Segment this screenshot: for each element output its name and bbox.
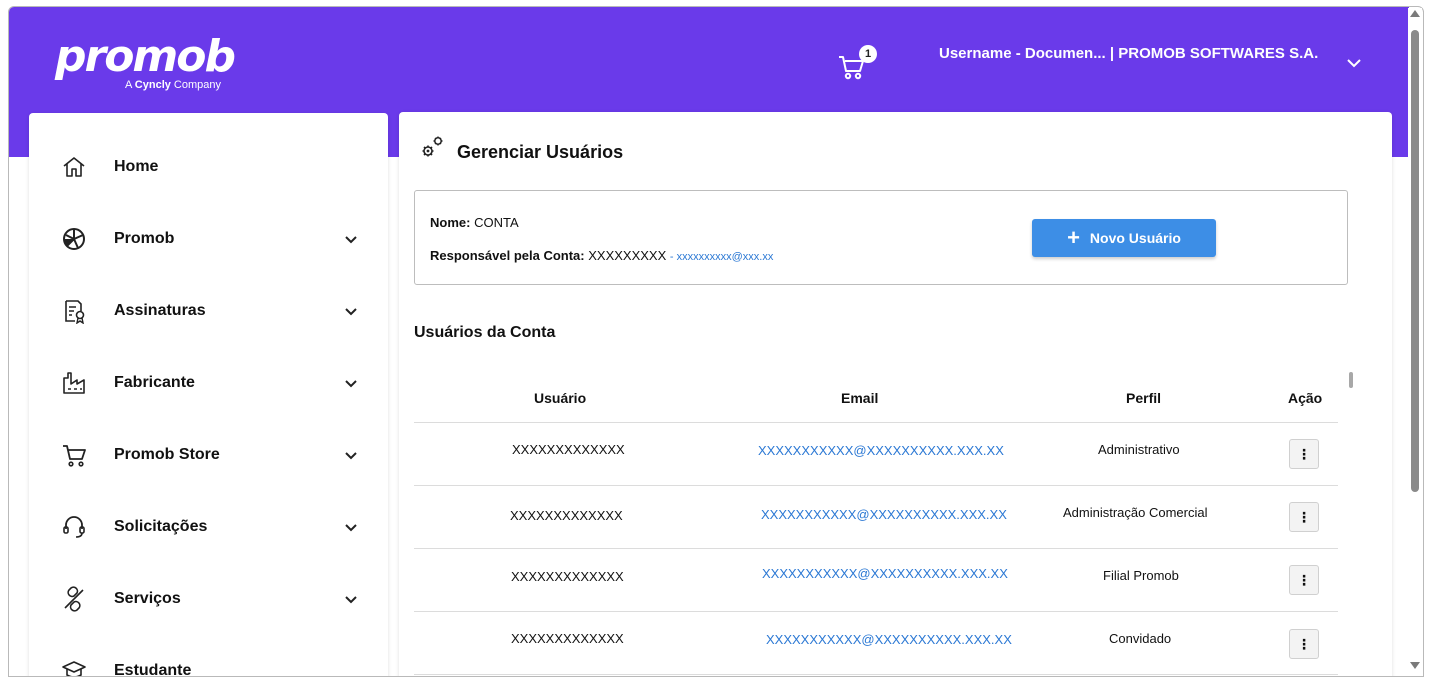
- sidebar: Home Promob Assinaturas Fabricante Promo…: [29, 113, 388, 677]
- responsible-email: - xxxxxxxxxx@xxx.xx: [669, 251, 774, 263]
- account-responsible: Responsável pela Conta: XXXXXXXXX - xxxx…: [430, 248, 774, 263]
- promob-logo[interactable]: promob A Cyncly Company: [55, 31, 236, 92]
- sidebar-item-label: Fabricante: [114, 374, 195, 391]
- row-actions-button[interactable]: ⋮: [1289, 439, 1319, 469]
- promob-icon: [63, 228, 85, 250]
- sidebar-item-label: Home: [114, 158, 159, 175]
- chevron-down-icon: [345, 596, 357, 604]
- logo-tagline: A Cyncly Company: [125, 79, 222, 91]
- chevron-down-icon: [345, 524, 357, 532]
- table-row: XXXXXXXXXXXXX XXXXXXXXXXX@XXXXXXXXXX.XXX…: [414, 549, 1338, 612]
- cell-profile: Administrativo: [1098, 442, 1180, 457]
- sidebar-item-label: Serviços: [114, 590, 181, 607]
- table-scrollbar[interactable]: [1349, 372, 1353, 388]
- cell-email[interactable]: XXXXXXXXXXX@XXXXXXXXXX.XXX.XX: [761, 507, 1007, 522]
- cart-button[interactable]: 1: [837, 45, 877, 81]
- sidebar-item-solicitacoes[interactable]: Solicitações: [29, 499, 388, 555]
- sidebar-item-servicos[interactable]: Serviços: [29, 571, 388, 627]
- sidebar-item-promob-store[interactable]: Promob Store: [29, 427, 388, 483]
- window-scrollbar[interactable]: [1408, 8, 1422, 674]
- chevron-down-icon[interactable]: [1343, 53, 1365, 73]
- cell-email[interactable]: XXXXXXXXXXX@XXXXXXXXXX.XXX.XX: [762, 566, 1008, 581]
- users-section-title: Usuários da Conta: [414, 324, 556, 341]
- column-header-action: Ação: [1288, 390, 1323, 406]
- gears-icon: [422, 136, 443, 157]
- cell-email[interactable]: XXXXXXXXXXX@XXXXXXXXXX.XXX.XX: [758, 443, 1004, 458]
- graduation-cap-icon: [62, 661, 86, 676]
- cell-email[interactable]: XXXXXXXXXXX@XXXXXXXXXX.XXX.XX: [766, 632, 1012, 647]
- sidebar-item-assinaturas[interactable]: Assinaturas: [29, 283, 388, 339]
- new-user-button-label: Novo Usuário: [1089, 230, 1181, 246]
- table-row: XXXXXXXXXXXXX XXXXXXXXXXX@XXXXXXXXXX.XXX…: [414, 486, 1338, 549]
- column-header-profile: Perfil: [1126, 390, 1162, 406]
- sidebar-item-estudante[interactable]: Estudante: [29, 643, 388, 677]
- cell-profile: Filial Promob: [1103, 568, 1179, 583]
- home-icon: [63, 157, 85, 177]
- chevron-down-icon: [345, 308, 357, 316]
- user-account-label[interactable]: Username - Documen... | PROMOB SOFTWARES…: [939, 43, 1319, 64]
- column-header-email: Email: [841, 390, 879, 406]
- row-actions-button[interactable]: ⋮: [1289, 565, 1319, 595]
- cell-profile: Administração Comercial: [1063, 505, 1208, 520]
- account-name: Nome: CONTA: [430, 215, 519, 230]
- column-header-user: Usuário: [534, 390, 587, 406]
- logo-wordmark: promob: [55, 31, 236, 82]
- sidebar-item-label: Assinaturas: [114, 302, 206, 319]
- factory-icon: [63, 372, 85, 394]
- cell-user: XXXXXXXXXXXXX: [511, 631, 624, 646]
- chevron-down-icon: [345, 452, 357, 460]
- sidebar-item-home[interactable]: Home: [29, 139, 388, 195]
- chevron-down-icon: [345, 236, 357, 244]
- row-actions-button[interactable]: ⋮: [1289, 629, 1319, 659]
- sidebar-item-label: Promob: [114, 230, 175, 247]
- sidebar-item-label: Solicitações: [114, 518, 208, 535]
- row-actions-button[interactable]: ⋮: [1289, 502, 1319, 532]
- scroll-up-icon[interactable]: [1410, 10, 1420, 17]
- chevron-down-icon: [345, 380, 357, 388]
- page-title: Gerenciar Usuários: [457, 142, 624, 162]
- sidebar-item-label: Promob Store: [114, 446, 220, 463]
- cell-user: XXXXXXXXXXXXX: [510, 508, 623, 523]
- main-panel: Gerenciar Usuários Nome: CONTA Responsáv…: [399, 112, 1392, 676]
- plus-icon: +: [1067, 225, 1080, 250]
- new-user-button[interactable]: + Novo Usuário: [1032, 219, 1216, 257]
- account-info-card: Nome: CONTA Responsável pela Conta: XXXX…: [414, 190, 1348, 285]
- scrollbar-thumb[interactable]: [1411, 30, 1419, 492]
- scroll-down-icon[interactable]: [1410, 662, 1420, 669]
- sidebar-item-promob[interactable]: Promob: [29, 211, 388, 267]
- cart-count-badge: 1: [859, 45, 877, 63]
- sidebar-item-fabricante[interactable]: Fabricante: [29, 355, 388, 411]
- cell-user: XXXXXXXXXXXXX: [512, 442, 625, 457]
- certificate-icon: [65, 300, 85, 324]
- cart-icon: [63, 445, 86, 467]
- table-row: XXXXXXXXXXXXX XXXXXXXXXXX@XXXXXXXXXX.XXX…: [414, 612, 1338, 675]
- tools-icon: [64, 586, 84, 612]
- sidebar-item-label: Estudante: [114, 662, 192, 677]
- table-row: XXXXXXXXXXXXX XXXXXXXXXXX@XXXXXXXXXX.XXX…: [414, 423, 1338, 486]
- cell-user: XXXXXXXXXXXXX: [511, 569, 624, 584]
- headset-icon: [63, 516, 85, 538]
- cell-profile: Convidado: [1109, 631, 1172, 646]
- browser-viewport: promob A Cyncly Company 1 Username - Doc…: [8, 6, 1424, 677]
